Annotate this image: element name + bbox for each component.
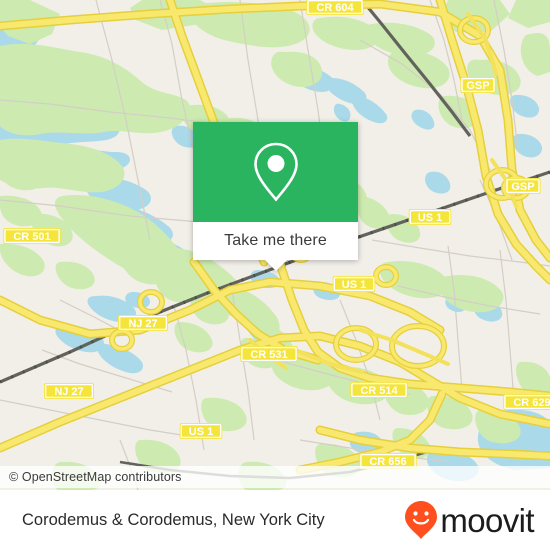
road-shield-label: GSP bbox=[466, 80, 489, 92]
road-shield-label: CR 531 bbox=[250, 349, 287, 361]
road-shield: CR 501 bbox=[3, 228, 61, 244]
road-shield-label: NJ 27 bbox=[54, 386, 83, 398]
road-shield-label: GSP bbox=[511, 181, 534, 193]
road-shield-label: NJ 27 bbox=[128, 318, 157, 330]
moovit-map-screenshot: CR 604 GSP GSP US 1 CR 501 US 1 NJ 27 CR 531 NJ … bbox=[0, 0, 550, 550]
place-title: Corodemus & Corodemus, New York City bbox=[22, 510, 325, 529]
road-shield-label: US 1 bbox=[342, 279, 366, 291]
road-shield-label: US 1 bbox=[418, 212, 442, 224]
road-shield-label: US 1 bbox=[189, 426, 213, 438]
map-pin-icon bbox=[253, 142, 298, 202]
road-shield-label: CR 514 bbox=[360, 385, 398, 397]
popup-icon-area bbox=[193, 122, 358, 222]
road-shield: GSP bbox=[460, 77, 496, 93]
road-shield: CR 531 bbox=[240, 346, 298, 362]
road-shield-label: CR 501 bbox=[13, 231, 50, 243]
road-shield: CR 604 bbox=[306, 0, 364, 15]
road-shield: US 1 bbox=[332, 276, 376, 292]
road-shield: CR 514 bbox=[350, 382, 408, 398]
road-shield: US 1 bbox=[179, 423, 223, 439]
footer-bar: Corodemus & Corodemus, New York City moo… bbox=[0, 490, 550, 550]
moovit-wordmark: moovit bbox=[440, 501, 534, 539]
road-shield-label: CR 604 bbox=[316, 2, 354, 14]
moovit-logo[interactable]: moovit bbox=[404, 500, 535, 540]
road-shield: GSP bbox=[505, 178, 541, 194]
take-me-there-label: Take me there bbox=[224, 232, 327, 249]
popup-pointer-tail bbox=[264, 260, 287, 271]
road-shield: CR 629 bbox=[503, 394, 550, 410]
road-shield: NJ 27 bbox=[44, 383, 94, 399]
map-attribution-bar: © OpenStreetMap contributors bbox=[0, 466, 550, 488]
location-popup-card[interactable]: Take me there bbox=[193, 122, 358, 271]
road-shield-label: CR 629 bbox=[513, 397, 550, 409]
take-me-there-button[interactable]: Take me there bbox=[193, 222, 358, 271]
moovit-pin-smiley-icon bbox=[405, 501, 438, 539]
osm-attribution-text[interactable]: © OpenStreetMap contributors bbox=[9, 470, 182, 484]
road-shield: US 1 bbox=[408, 209, 452, 225]
road-shield: NJ 27 bbox=[118, 315, 168, 331]
